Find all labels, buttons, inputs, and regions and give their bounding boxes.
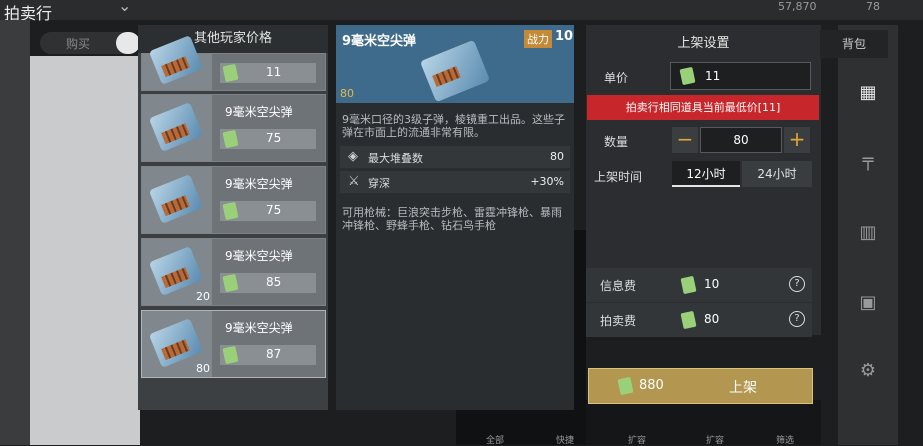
stat-label: 最大堆叠数 <box>368 152 423 165</box>
auction-fee-label: 拍卖费 <box>600 314 637 328</box>
listing-title: 上架设置 <box>677 36 730 51</box>
gear-icon[interactable]: ⚙ <box>856 360 880 384</box>
unit-price-label: 单价 <box>604 71 629 85</box>
unit-price-value: 11 <box>705 69 721 83</box>
cash-icon <box>617 376 634 396</box>
price-value: 75 <box>266 203 282 217</box>
chevron-down-icon[interactable]: ⌄ <box>118 0 131 15</box>
item-thumbnail <box>142 35 212 90</box>
item-thumbnail <box>142 167 212 233</box>
power-value: 10 <box>555 29 574 44</box>
cash-icon <box>222 273 239 293</box>
item-name: 9毫米空尖弹 <box>225 177 293 191</box>
list-item[interactable]: 20 9毫米空尖弹 85 <box>141 238 326 306</box>
left-edge <box>0 20 30 445</box>
unit-price-input[interactable]: 11 <box>670 62 811 90</box>
power-badge: 战力 <box>524 30 552 48</box>
item-name: 9毫米空尖弹 <box>225 249 293 263</box>
price-box: 85 <box>220 273 316 293</box>
currency-2: 78 <box>866 0 880 13</box>
list-item[interactable]: 9毫米空尖弹 75 <box>141 94 326 162</box>
auction-fee-row: 拍卖费 80 ? <box>586 303 812 337</box>
cash-icon <box>222 201 239 221</box>
compatible-guns: 可用枪械：巨浪突击步枪、雷霆冲锋枪、暴雨冲锋枪、野蜂手枪、钻石鸟手枪 <box>342 206 562 232</box>
cash-icon <box>680 310 697 330</box>
list-item[interactable]: 80 9毫米空尖弹 87 <box>141 310 326 378</box>
bottom-label[interactable]: 扩容 <box>706 433 724 446</box>
price-value: 87 <box>266 347 282 361</box>
lowest-price-alert: 拍卖行相同道具当前最低价[11] <box>587 95 819 120</box>
list-item[interactable]: 11 <box>141 35 326 91</box>
quantity-value: 80 <box>733 133 749 147</box>
price-box: 11 <box>220 63 316 83</box>
info-fee-row: 信息费 10 ? <box>586 268 812 302</box>
time-option-12h[interactable]: 12小时 <box>672 161 740 187</box>
info-fee-label: 信息费 <box>600 279 637 293</box>
item-qty: 80 <box>196 362 210 375</box>
quantity-stepper[interactable]: 80 <box>700 127 782 153</box>
stat-row: ⚔ 穿深 +30% <box>340 171 570 193</box>
tab-bag[interactable]: 背包 <box>820 30 888 58</box>
tab-buy[interactable]: 购买 <box>66 35 90 52</box>
gun-icon[interactable]: ╤ <box>856 150 880 174</box>
stat-row: ◈ 最大堆叠数 80 <box>340 146 570 168</box>
grid-icon[interactable]: ▦ <box>856 82 880 106</box>
cash-icon <box>679 66 696 86</box>
listing-time-label: 上架时间 <box>594 170 643 184</box>
price-value: 85 <box>266 275 282 289</box>
cash-icon <box>222 345 239 365</box>
price-value: 75 <box>266 131 282 145</box>
submit-label: 上架 <box>729 380 757 396</box>
quantity-label: 数量 <box>604 135 629 149</box>
help-icon[interactable]: ? <box>789 276 805 292</box>
penetration-icon: ⚔ <box>348 174 360 189</box>
item-qty: 20 <box>196 290 210 303</box>
stat-label: 穿深 <box>368 177 390 190</box>
price-value: 11 <box>266 65 282 79</box>
time-option-24h[interactable]: 24小时 <box>742 161 812 187</box>
toggle-knob[interactable] <box>116 32 140 54</box>
background-panel <box>30 56 140 445</box>
item-detail-name: 9毫米空尖弹 <box>342 34 417 49</box>
bottom-label[interactable]: 扩容 <box>628 433 646 446</box>
stat-value: +30% <box>530 175 564 188</box>
item-detail-qty: 80 <box>340 87 354 100</box>
bottom-label[interactable]: 快捷 <box>556 433 574 446</box>
help-icon[interactable]: ? <box>789 311 805 327</box>
total-value: 880 <box>639 378 664 393</box>
bottom-label[interactable]: 筛选 <box>776 433 794 446</box>
bottom-label[interactable]: 全部 <box>486 433 504 446</box>
currency-1: 57,870 <box>778 0 817 13</box>
auction-fee-value: 80 <box>704 312 720 326</box>
cash-icon <box>680 275 697 295</box>
price-box: 75 <box>220 129 316 149</box>
info-fee-value: 10 <box>704 277 720 291</box>
minus-button[interactable]: − <box>672 127 698 153</box>
item-description: 9毫米口径的3级子弹，棱镜重工出品。这些子弹在市面上的流通非常有限。 <box>342 113 565 139</box>
item-name: 9毫米空尖弹 <box>225 321 293 335</box>
item-name: 9毫米空尖弹 <box>225 105 293 119</box>
stat-value: 80 <box>550 150 564 163</box>
price-box: 75 <box>220 201 316 221</box>
plus-button[interactable]: + <box>784 127 810 153</box>
item-thumbnail: 20 <box>142 239 212 305</box>
cash-icon <box>222 129 239 149</box>
item-thumbnail: 80 <box>142 311 212 377</box>
layers-icon: ◈ <box>348 149 358 164</box>
list-item-button[interactable]: 880 上架 <box>588 368 813 404</box>
list-item[interactable]: 9毫米空尖弹 75 <box>141 166 326 234</box>
vest-icon[interactable]: ▥ <box>856 222 880 246</box>
item-thumbnail <box>142 95 212 161</box>
price-box: 87 <box>220 345 316 365</box>
cash-icon <box>222 63 239 83</box>
backpack-icon[interactable]: ▣ <box>856 292 880 316</box>
